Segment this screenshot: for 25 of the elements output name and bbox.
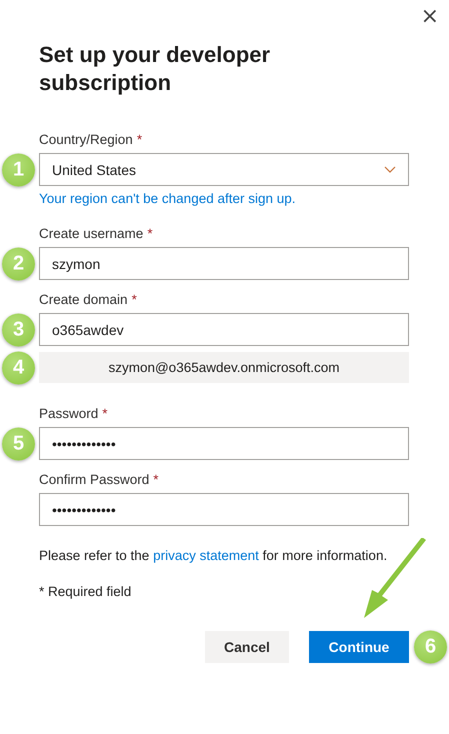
password-field[interactable]: ••••••••••••• [39, 493, 409, 526]
field-label: Confirm Password * [39, 471, 160, 489]
privacy-link[interactable]: privacy statement [153, 548, 259, 563]
chevron-down-icon [384, 166, 396, 173]
privacy-text: Please refer to the privacy statement for more information. [39, 547, 388, 565]
step-badge: 2 [2, 247, 35, 280]
dialog-title: Set up your developer subscription [39, 41, 272, 97]
close-button[interactable]: × [416, 6, 443, 28]
step-badge: 1 [2, 153, 35, 186]
step-badge: 4 [2, 351, 35, 384]
step-badge: 5 [2, 427, 35, 460]
step-badge: 6 [414, 630, 447, 664]
region-hint: Your region can't be changed after sign up. [39, 190, 297, 208]
field-label: Create domain * [39, 291, 138, 309]
email-preview: szymon@o365awdev.onmicrosoft.com [39, 352, 409, 383]
text-field[interactable]: o365awdev [39, 313, 409, 346]
required-note: * Required field [39, 584, 132, 599]
field-label: Country/Region * [39, 131, 144, 149]
field-label: Password * [39, 405, 109, 423]
text-field[interactable]: szymon [39, 247, 409, 280]
country-select[interactable]: United States [39, 153, 409, 186]
field-label: Create username * [39, 225, 154, 243]
step-badge: 3 [2, 313, 35, 346]
password-field[interactable]: ••••••••••••• [39, 427, 409, 460]
cancel-button[interactable]: Cancel [205, 631, 289, 663]
